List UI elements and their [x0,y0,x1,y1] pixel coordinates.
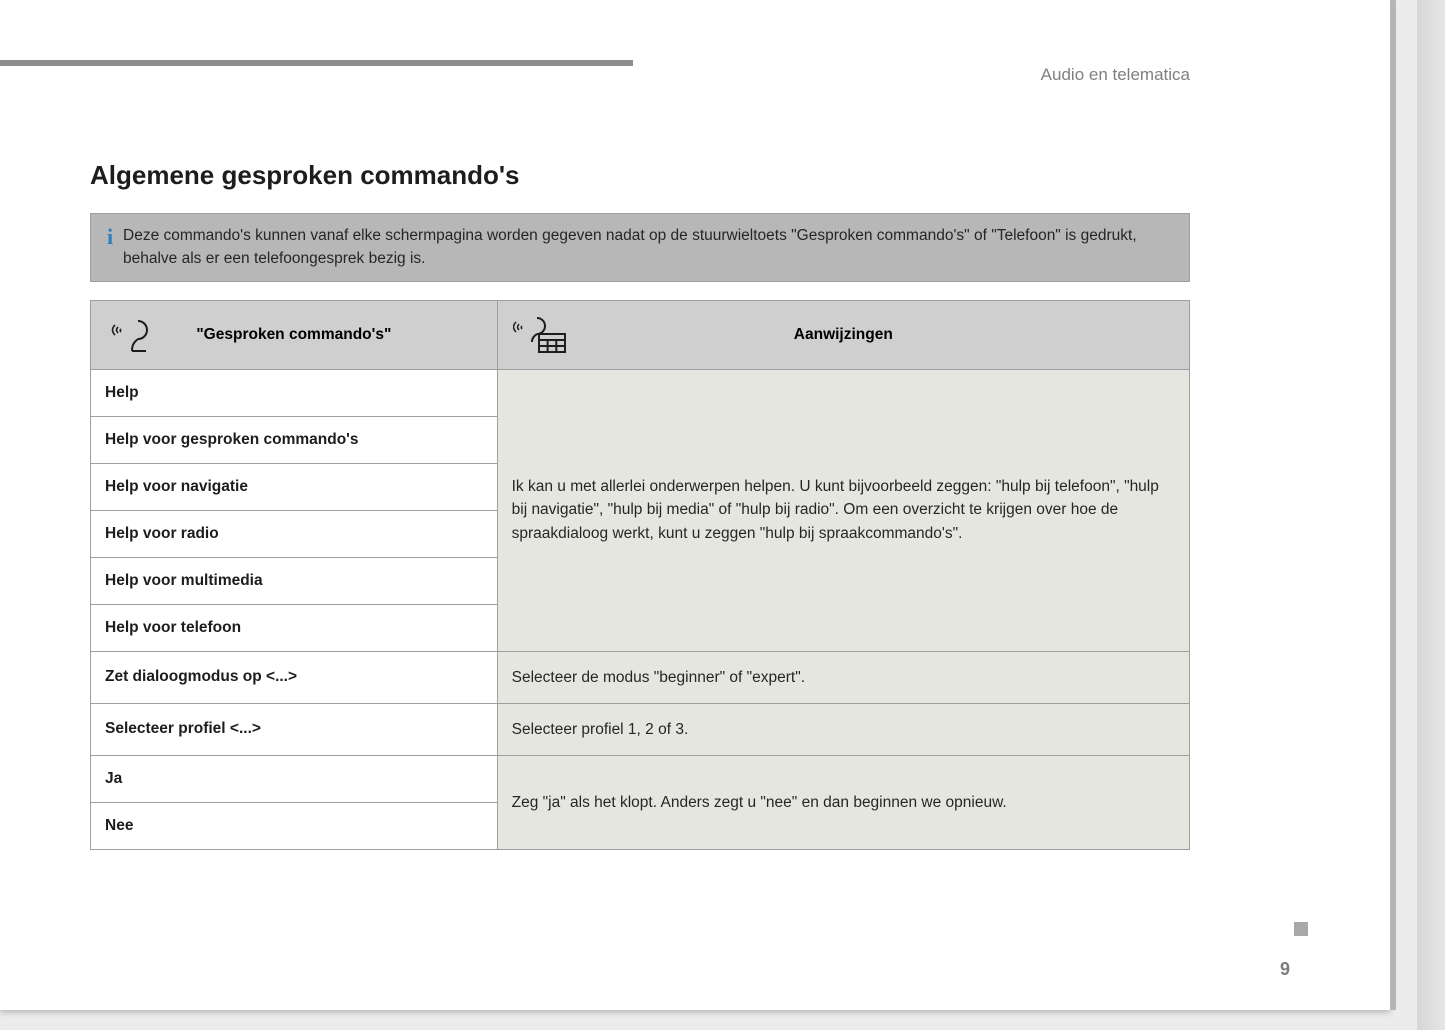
command-cell: Selecteer profiel <...> [91,703,498,755]
commands-table: "Gesproken commando's" [90,300,1190,851]
info-text: Deze commando's kunnen vanaf elke scherm… [123,224,1175,271]
table-row: Zet dialoogmodus op <...>Selecteer de mo… [91,651,1190,703]
content-area: Algemene gesproken commando's i Deze com… [90,160,1190,850]
command-cell: Help voor gesproken commando's [91,416,498,463]
table-row: JaZeg "ja" als het klopt. Anders zegt u … [91,756,1190,803]
instruction-cell: Selecteer de modus "beginner" of "expert… [497,651,1189,703]
column-header-instructions-label: Aanwijzingen [570,326,1175,344]
command-cell: Ja [91,756,498,803]
voice-icon [105,311,163,359]
commands-table-body: HelpIk kan u met allerlei onderwerpen he… [91,369,1190,850]
info-icon: i [97,224,123,248]
info-callout: i Deze commando's kunnen vanaf elke sche… [90,213,1190,282]
command-cell: Nee [91,803,498,850]
page-gutter [1417,0,1445,1030]
instruction-cell: Selecteer profiel 1, 2 of 3. [497,703,1189,755]
instruction-cell: Ik kan u met allerlei onderwerpen helpen… [497,369,1189,651]
voice-keypad-icon [512,311,570,359]
section-title: Audio en telematica [1041,65,1190,85]
command-cell: Help voor navigatie [91,463,498,510]
table-row: HelpIk kan u met allerlei onderwerpen he… [91,369,1190,416]
viewport: Audio en telematica Algemene gesproken c… [0,0,1445,1030]
column-header-commands: "Gesproken commando's" [91,300,498,369]
page-title: Algemene gesproken commando's [90,160,1190,191]
command-cell: Help voor multimedia [91,557,498,604]
header-rule [0,60,633,66]
page-edge-shadow [1390,0,1396,1010]
command-cell: Help [91,369,498,416]
page-number: 9 [1280,959,1290,980]
table-row: Selecteer profiel <...>Selecteer profiel… [91,703,1190,755]
side-tab-marker [1294,922,1308,936]
command-cell: Help voor telefoon [91,604,498,651]
command-cell: Help voor radio [91,510,498,557]
instruction-cell: Zeg "ja" als het klopt. Anders zegt u "n… [497,756,1189,850]
column-header-commands-label: "Gesproken commando's" [163,326,483,344]
column-header-instructions: Aanwijzingen [497,300,1189,369]
document-page: Audio en telematica Algemene gesproken c… [0,0,1390,1010]
command-cell: Zet dialoogmodus op <...> [91,651,498,703]
